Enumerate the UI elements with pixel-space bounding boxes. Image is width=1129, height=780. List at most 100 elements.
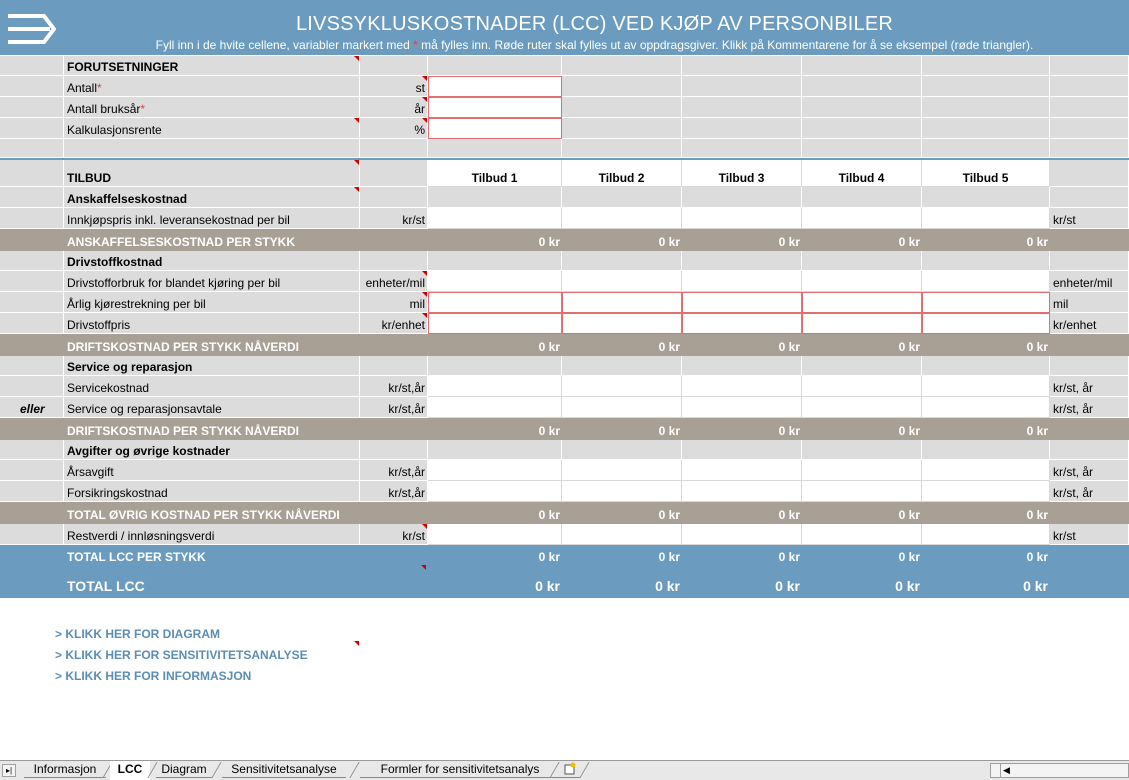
cell[interactable]: kr/st,år xyxy=(360,460,428,481)
drivstoffpris-input-3[interactable] xyxy=(682,313,802,334)
cell[interactable] xyxy=(922,118,1050,139)
serviceavtale-input-1[interactable] xyxy=(428,397,562,418)
comment-flag-icon[interactable] xyxy=(354,641,359,646)
cell[interactable]: år xyxy=(360,97,428,118)
serviceavtale-input-3[interactable] xyxy=(682,397,802,418)
cell[interactable]: kr/st xyxy=(1050,208,1129,229)
forsikring-input-4[interactable] xyxy=(802,481,922,502)
cell[interactable]: Drivstofforbruk for blandet kjøring per … xyxy=(64,271,360,292)
comment-flag-icon[interactable] xyxy=(422,271,427,276)
cell[interactable] xyxy=(562,97,682,118)
cell[interactable] xyxy=(802,440,922,460)
cell[interactable] xyxy=(922,356,1050,376)
comment-flag-icon[interactable] xyxy=(354,118,359,123)
cell[interactable]: kr/enhet xyxy=(1050,313,1129,334)
cell[interactable] xyxy=(0,440,64,460)
comment-flag-icon[interactable] xyxy=(421,565,426,570)
cell[interactable] xyxy=(802,97,922,118)
drivstoffpris-input-4[interactable] xyxy=(802,313,922,334)
tab-informasjon[interactable]: Informasjon xyxy=(24,761,106,778)
cell[interactable] xyxy=(562,440,682,460)
cell[interactable] xyxy=(802,187,922,208)
arsavgift-input-1[interactable] xyxy=(428,460,562,481)
cell[interactable] xyxy=(1050,160,1129,187)
cell[interactable]: FORUTSETNINGER xyxy=(64,56,360,76)
tilbud-2-header[interactable]: Tilbud 2 xyxy=(562,160,682,187)
cell[interactable] xyxy=(0,76,64,97)
cell[interactable]: kr/st, år xyxy=(1050,397,1129,418)
cell[interactable] xyxy=(0,118,64,139)
cell[interactable] xyxy=(1050,356,1129,376)
cell[interactable]: Avgifter og øvrige kostnader xyxy=(64,440,360,460)
cell[interactable] xyxy=(428,139,562,158)
cell[interactable]: Årsavgift xyxy=(64,460,360,481)
cell[interactable] xyxy=(0,187,64,208)
cell[interactable] xyxy=(0,271,64,292)
cell[interactable]: kr/st,år xyxy=(360,481,428,502)
servicekostnad-input-3[interactable] xyxy=(682,376,802,397)
cell[interactable]: kr/st xyxy=(360,208,428,229)
cell[interactable]: Service og reparasjonsavtale xyxy=(64,397,360,418)
cell[interactable] xyxy=(802,139,922,158)
arsavgift-input-5[interactable] xyxy=(922,460,1050,481)
tab-diagram[interactable]: Diagram xyxy=(156,761,212,778)
cell[interactable]: Drivstoffkostnad xyxy=(64,251,360,271)
comment-flag-icon[interactable] xyxy=(422,292,427,297)
restverdi-input-2[interactable] xyxy=(562,524,682,545)
restverdi-input-5[interactable] xyxy=(922,524,1050,545)
drivstofforbruk-input-4[interactable] xyxy=(802,271,922,292)
cell[interactable]: kr/st xyxy=(1050,524,1129,545)
insert-sheet-icon[interactable] xyxy=(560,761,580,778)
innkjopspris-input-4[interactable] xyxy=(802,208,922,229)
cell[interactable]: Forsikringskostnad xyxy=(64,481,360,502)
cell[interactable]: st xyxy=(360,76,428,97)
cell[interactable]: kr/st, år xyxy=(1050,376,1129,397)
cell[interactable] xyxy=(922,187,1050,208)
cell[interactable] xyxy=(0,208,64,229)
cell[interactable]: % xyxy=(360,118,428,139)
arsavgift-input-2[interactable] xyxy=(562,460,682,481)
cell[interactable] xyxy=(1050,76,1129,97)
cell[interactable] xyxy=(0,139,64,158)
antall-bruksar-input[interactable] xyxy=(428,97,562,118)
comment-flag-icon[interactable] xyxy=(422,97,427,102)
cell[interactable] xyxy=(64,139,360,158)
kjorestrekning-input-4[interactable] xyxy=(802,292,922,313)
drivstofforbruk-input-2[interactable] xyxy=(562,271,682,292)
serviceavtale-input-5[interactable] xyxy=(922,397,1050,418)
servicekostnad-input-5[interactable] xyxy=(922,376,1050,397)
cell[interactable]: eller xyxy=(0,397,64,418)
servicekostnad-input-2[interactable] xyxy=(562,376,682,397)
cell[interactable] xyxy=(562,187,682,208)
cell[interactable] xyxy=(562,139,682,158)
cell[interactable] xyxy=(0,292,64,313)
serviceavtale-input-2[interactable] xyxy=(562,397,682,418)
tab-lcc[interactable]: LCC xyxy=(110,761,150,780)
cell[interactable] xyxy=(360,187,428,208)
forsikring-input-1[interactable] xyxy=(428,481,562,502)
comment-flag-icon[interactable] xyxy=(354,56,359,61)
cell[interactable] xyxy=(428,187,562,208)
cell[interactable]: Antall* xyxy=(64,76,360,97)
cell[interactable] xyxy=(682,440,802,460)
cell[interactable] xyxy=(562,76,682,97)
cell[interactable] xyxy=(682,76,802,97)
cell[interactable] xyxy=(562,356,682,376)
cell[interactable] xyxy=(1050,97,1129,118)
cell[interactable]: mil xyxy=(360,292,428,313)
link-informasjon[interactable]: > KLIKK HER FOR INFORMASJON xyxy=(55,669,308,690)
restverdi-input-3[interactable] xyxy=(682,524,802,545)
cell[interactable]: Drivstoffpris xyxy=(64,313,360,334)
cell[interactable] xyxy=(1050,187,1129,208)
comment-flag-icon[interactable] xyxy=(422,76,427,81)
cell[interactable] xyxy=(682,56,802,76)
cell[interactable] xyxy=(682,97,802,118)
cell[interactable] xyxy=(360,251,428,271)
cell[interactable] xyxy=(802,76,922,97)
cell[interactable] xyxy=(0,524,64,545)
link-diagram[interactable]: > KLIKK HER FOR DIAGRAM xyxy=(55,627,308,648)
cell[interactable] xyxy=(922,440,1050,460)
servicekostnad-input-4[interactable] xyxy=(802,376,922,397)
cell[interactable] xyxy=(682,139,802,158)
cell[interactable] xyxy=(802,356,922,376)
